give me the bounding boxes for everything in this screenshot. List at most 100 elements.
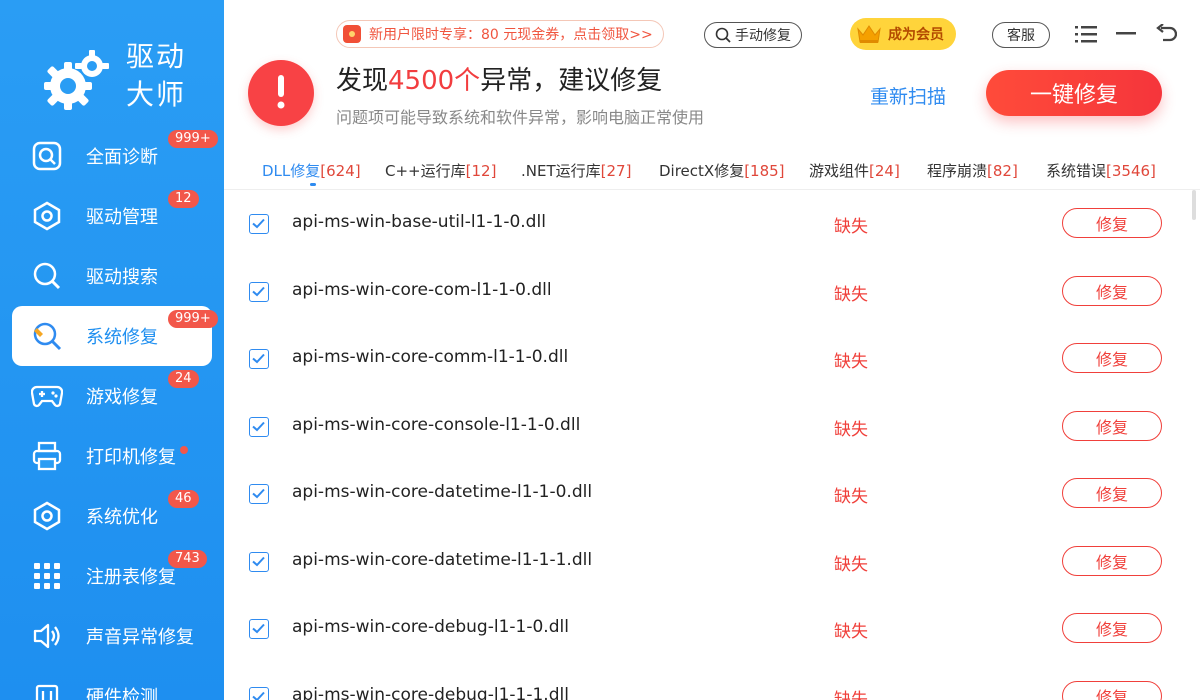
table-row: api-ms-win-core-debug-l1-1-1.dll 缺失 修复 — [224, 663, 1190, 700]
printer-icon — [30, 439, 64, 473]
checkmark-icon — [252, 691, 265, 700]
checkmark-icon — [252, 623, 265, 634]
app-title: 驱动 大师 — [126, 38, 186, 114]
sidebar-item-label: 驱动搜索 — [86, 267, 158, 288]
menu-button[interactable] — [1074, 22, 1098, 46]
file-name: api-ms-win-core-debug-l1-1-0.dll — [292, 617, 569, 637]
table-row: api-ms-win-base-util-l1-1-0.dll 缺失 修复 — [224, 190, 1190, 257]
sidebar-item-sound-repair[interactable]: 声音异常修复 — [0, 606, 224, 666]
alert-title-prefix: 发现 — [336, 66, 389, 96]
fix-button[interactable]: 修复 — [1062, 478, 1162, 508]
tab-count: [82] — [987, 162, 1018, 180]
row-checkbox[interactable] — [249, 619, 269, 639]
fix-button[interactable]: 修复 — [1062, 208, 1162, 238]
minimize-button[interactable] — [1114, 22, 1138, 46]
file-name: api-ms-win-core-com-l1-1-0.dll — [292, 280, 552, 300]
search-icon — [30, 259, 64, 293]
sidebar-item-registry-repair[interactable]: 注册表修复 743 — [0, 546, 224, 606]
status-label: 缺失 — [834, 217, 868, 237]
tab-game-components[interactable]: 游戏组件[24] — [809, 160, 900, 181]
sidebar-item-label: 系统优化 — [86, 507, 158, 528]
customer-service-button[interactable]: 客服 — [992, 22, 1050, 48]
file-name: api-ms-win-core-comm-l1-1-0.dll — [292, 347, 569, 367]
active-tab-indicator — [310, 183, 316, 186]
fix-button[interactable]: 修复 — [1062, 681, 1162, 700]
tab-label: 游戏组件 — [809, 162, 870, 180]
top-bar: 新用户限时专享：80 元现金券，点击领取>> 手动修复 成为会员 客服 — [224, 0, 1200, 64]
file-name: api-ms-win-core-console-l1-1-0.dll — [292, 415, 581, 435]
status-label: 缺失 — [834, 690, 868, 700]
member-label: 成为会员 — [888, 27, 944, 43]
table-row: api-ms-win-core-debug-l1-1-0.dll 缺失 修复 — [224, 595, 1190, 662]
row-checkbox[interactable] — [249, 552, 269, 572]
checkmark-icon — [252, 353, 265, 364]
app-title-line1: 驱动 — [126, 40, 187, 73]
count-badge: 12 — [168, 190, 199, 208]
table-row: api-ms-win-core-com-l1-1-0.dll 缺失 修复 — [224, 258, 1190, 325]
tab-dll[interactable]: DLL修复[624] — [262, 160, 361, 181]
status-label: 缺失 — [834, 352, 868, 372]
row-checkbox[interactable] — [249, 484, 269, 504]
checkmark-icon — [252, 421, 265, 432]
alert-title-suffix: 异常，建议修复 — [480, 66, 663, 96]
speaker-icon — [30, 619, 64, 653]
tab-count: [12] — [465, 162, 497, 180]
sidebar-item-hardware-check[interactable]: 硬件检测 — [0, 666, 224, 700]
hexagon-icon — [30, 199, 64, 233]
one-click-fix-button[interactable]: 一键修复 — [986, 70, 1162, 116]
status-label: 缺失 — [834, 420, 868, 440]
menu-icon — [1075, 26, 1097, 43]
sidebar-item-system-repair[interactable]: 系统修复 999+ — [12, 306, 218, 366]
promo-banner[interactable]: 新用户限时专享：80 元现金券，点击领取>> — [336, 20, 664, 48]
tab-label: DirectX修复 — [659, 162, 745, 180]
hardware-icon — [30, 679, 64, 700]
rescan-link[interactable]: 重新扫描 — [870, 82, 946, 109]
tab-directx[interactable]: DirectX修复[185] — [659, 160, 785, 181]
sidebar-item-label: 注册表修复 — [86, 567, 176, 588]
file-name: api-ms-win-core-datetime-l1-1-1.dll — [292, 550, 593, 570]
file-name: api-ms-win-core-debug-l1-1-1.dll — [292, 685, 569, 700]
gamepad-icon — [30, 379, 64, 413]
fix-button[interactable]: 修复 — [1062, 411, 1162, 441]
sidebar-item-printer-repair[interactable]: 打印机修复 — [0, 426, 224, 486]
fix-button[interactable]: 修复 — [1062, 276, 1162, 306]
sidebar: 驱动 大师 全面诊断 999+ 驱动管理 12 驱动搜索 系统修复 999+ 游… — [0, 0, 224, 700]
row-checkbox[interactable] — [249, 687, 269, 700]
status-label: 缺失 — [834, 555, 868, 575]
sidebar-item-game-repair[interactable]: 游戏修复 24 — [0, 366, 224, 426]
sidebar-item-system-optimize[interactable]: 系统优化 46 — [0, 486, 224, 546]
row-checkbox[interactable] — [249, 214, 269, 234]
alert-subtitle: 问题项可能导致系统和软件异常，影响电脑正常使用 — [336, 108, 705, 127]
diagnose-icon — [30, 139, 64, 173]
fix-button[interactable]: 修复 — [1062, 343, 1162, 373]
back-arrow-icon — [1156, 24, 1177, 42]
checkmark-icon — [252, 286, 265, 297]
sidebar-item-full-diagnosis[interactable]: 全面诊断 999+ — [0, 126, 224, 186]
file-name: api-ms-win-core-datetime-l1-1-0.dll — [292, 482, 593, 502]
manual-fix-button[interactable]: 手动修复 — [704, 22, 802, 48]
row-checkbox[interactable] — [249, 349, 269, 369]
manual-fix-label: 手动修复 — [735, 28, 791, 44]
become-member-button[interactable]: 成为会员 — [850, 18, 956, 50]
sidebar-item-driver-search[interactable]: 驱动搜索 — [0, 246, 224, 306]
tab-program-crash[interactable]: 程序崩溃[82] — [927, 160, 1018, 181]
tab-cpp-runtime[interactable]: C++运行库[12] — [385, 160, 496, 181]
fix-button[interactable]: 修复 — [1062, 546, 1162, 576]
count-badge: 24 — [168, 370, 199, 388]
back-button[interactable] — [1154, 22, 1178, 46]
minimize-icon — [1116, 32, 1136, 35]
tab-system-error[interactable]: 系统错误[3546] — [1046, 160, 1156, 181]
row-checkbox[interactable] — [249, 282, 269, 302]
tab-label: 程序崩溃 — [927, 162, 988, 180]
count-badge: 743 — [168, 550, 207, 568]
sidebar-item-driver-manage[interactable]: 驱动管理 12 — [0, 186, 224, 246]
tab-count: [624] — [320, 162, 361, 180]
category-tabs: DLL修复[624] C++运行库[12] .NET运行库[27] Direct… — [224, 152, 1200, 190]
tab-label: C++运行库 — [385, 162, 466, 180]
sidebar-item-label: 打印机修复 — [86, 447, 176, 468]
scrollbar[interactable] — [1192, 190, 1196, 220]
tab-dotnet-runtime[interactable]: .NET运行库[27] — [521, 160, 631, 181]
fix-button[interactable]: 修复 — [1062, 613, 1162, 643]
row-checkbox[interactable] — [249, 417, 269, 437]
checkmark-icon — [252, 488, 265, 499]
